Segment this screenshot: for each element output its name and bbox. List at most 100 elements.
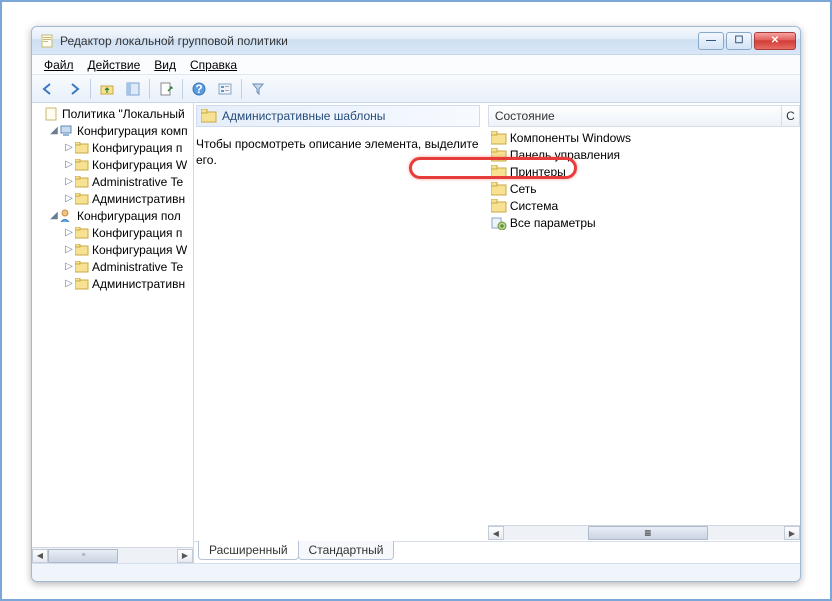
description-panel: Административные шаблоны Чтобы просмотре…	[196, 105, 488, 541]
settings-list: Состояние C Компоненты Windows Панель уп…	[488, 105, 800, 541]
statusbar	[32, 563, 800, 581]
show-tree-button[interactable]	[121, 78, 145, 100]
separator	[241, 79, 242, 99]
titlebar[interactable]: Редактор локальной групповой политики — …	[32, 27, 800, 55]
maximize-button[interactable]: ☐	[726, 32, 752, 50]
filter-button[interactable]	[246, 78, 270, 100]
tree-computer-config[interactable]: ◢ Конфигурация комп	[34, 122, 191, 139]
expander-icon[interactable]: ▷	[64, 176, 74, 187]
menu-file[interactable]: Файл	[38, 57, 80, 73]
expander-icon[interactable]: ◢	[49, 125, 59, 136]
expander-icon[interactable]: ▷	[64, 244, 74, 255]
menu-view[interactable]: Вид	[148, 57, 182, 73]
content-heading: Административные шаблоны	[196, 105, 480, 127]
tree-item[interactable]: ▷Конфигурация п	[34, 224, 191, 241]
folder-icon	[74, 243, 90, 257]
scroll-right-button[interactable]: ▶	[177, 549, 193, 563]
tree-item[interactable]: ▷Административн	[34, 275, 191, 292]
window-title: Редактор локальной групповой политики	[60, 34, 698, 48]
forward-button[interactable]	[62, 78, 86, 100]
tree-item[interactable]: ▷Administrative Te	[34, 258, 191, 275]
list-item[interactable]: Система	[488, 197, 800, 214]
tree-user-config[interactable]: ◢ Конфигурация пол	[34, 207, 191, 224]
folder-icon	[491, 182, 507, 196]
scroll-track[interactable]: ≡	[504, 526, 784, 540]
scroll-left-button[interactable]: ◀	[32, 549, 48, 563]
expander-icon[interactable]: ▷	[64, 261, 74, 272]
user-icon	[59, 209, 75, 223]
folder-icon	[74, 277, 90, 291]
item-label: Все параметры	[510, 216, 596, 230]
item-label: Компоненты Windows	[510, 131, 631, 145]
screenshot-frame: Редактор локальной групповой политики — …	[0, 0, 832, 601]
list-item[interactable]: Принтеры	[488, 163, 800, 180]
item-label: Панель управления	[510, 148, 620, 162]
toolbar: ?	[32, 75, 800, 103]
folder-icon	[74, 141, 90, 155]
items-container: Компоненты Windows Панель управления При…	[488, 127, 800, 525]
folder-icon	[74, 226, 90, 240]
separator	[149, 79, 150, 99]
expander-icon[interactable]: ◢	[49, 210, 59, 221]
menu-help[interactable]: Справка	[184, 57, 243, 73]
policy-icon	[44, 107, 60, 121]
folder-icon	[74, 158, 90, 172]
column-headers[interactable]: Состояние C	[488, 105, 800, 127]
close-button[interactable]: ✕	[754, 32, 796, 50]
scroll-thumb[interactable]: ≡	[588, 526, 708, 540]
svg-text:?: ?	[195, 82, 202, 96]
folder-icon	[491, 131, 507, 145]
window-controls: — ☐ ✕	[698, 32, 796, 50]
expander-icon[interactable]: ▷	[64, 278, 74, 289]
content-pane: Административные шаблоны Чтобы просмотре…	[194, 103, 800, 563]
list-item[interactable]: Сеть	[488, 180, 800, 197]
folder-icon	[201, 109, 217, 123]
body: Политика "Локальный ◢ Конфигурация комп …	[32, 103, 800, 563]
tree-item[interactable]: ▷Конфигурация W	[34, 156, 191, 173]
column-state[interactable]: Состояние	[488, 105, 782, 127]
tab-standard[interactable]: Стандартный	[298, 541, 395, 560]
scroll-thumb[interactable]: ≡	[48, 549, 118, 563]
menubar: Файл Действие Вид Справка	[32, 55, 800, 75]
tree-root[interactable]: Политика "Локальный	[34, 105, 191, 122]
menu-action[interactable]: Действие	[82, 57, 147, 73]
scroll-track[interactable]: ≡	[48, 549, 177, 563]
folder-up-button[interactable]	[95, 78, 119, 100]
export-button[interactable]	[154, 78, 178, 100]
properties-button[interactable]	[213, 78, 237, 100]
computer-icon	[59, 124, 75, 138]
separator	[182, 79, 183, 99]
expander-icon[interactable]: ▷	[64, 159, 74, 170]
list-hscrollbar[interactable]: ◀ ≡ ▶	[488, 525, 800, 541]
tree-hscrollbar[interactable]: ◀ ≡ ▶	[32, 547, 193, 563]
folder-icon	[491, 199, 507, 213]
item-label: Система	[510, 199, 558, 213]
hint-text: Чтобы просмотреть описание элемента, выд…	[196, 137, 480, 168]
scroll-left-button[interactable]: ◀	[488, 526, 504, 540]
expander-icon[interactable]: ▷	[64, 227, 74, 238]
tab-extended[interactable]: Расширенный	[198, 541, 299, 560]
list-item[interactable]: Панель управления	[488, 146, 800, 163]
help-button[interactable]: ?	[187, 78, 211, 100]
expander-icon[interactable]: ▷	[64, 193, 74, 204]
list-item-all-settings[interactable]: Все параметры	[488, 214, 800, 231]
tree-item[interactable]: ▷Конфигурация п	[34, 139, 191, 156]
item-label: Принтеры	[510, 165, 566, 179]
scroll-right-button[interactable]: ▶	[784, 526, 800, 540]
view-tabs: Расширенный Стандартный	[194, 541, 800, 563]
separator	[90, 79, 91, 99]
folder-icon	[491, 165, 507, 179]
folder-icon	[491, 148, 507, 162]
tree-item[interactable]: ▷Административн	[34, 190, 191, 207]
list-item-components[interactable]: Компоненты Windows	[488, 129, 800, 146]
folder-icon	[74, 175, 90, 189]
minimize-button[interactable]: —	[698, 32, 724, 50]
expander-icon[interactable]: ▷	[64, 142, 74, 153]
tree-item[interactable]: ▷Administrative Te	[34, 173, 191, 190]
tree-item[interactable]: ▷Конфигурация W	[34, 241, 191, 258]
settings-icon	[491, 216, 507, 230]
tree-pane[interactable]: Политика "Локальный ◢ Конфигурация комп …	[32, 103, 194, 563]
gpedit-window: Редактор локальной групповой политики — …	[31, 26, 801, 582]
column-extra[interactable]: C	[782, 105, 800, 127]
back-button[interactable]	[36, 78, 60, 100]
